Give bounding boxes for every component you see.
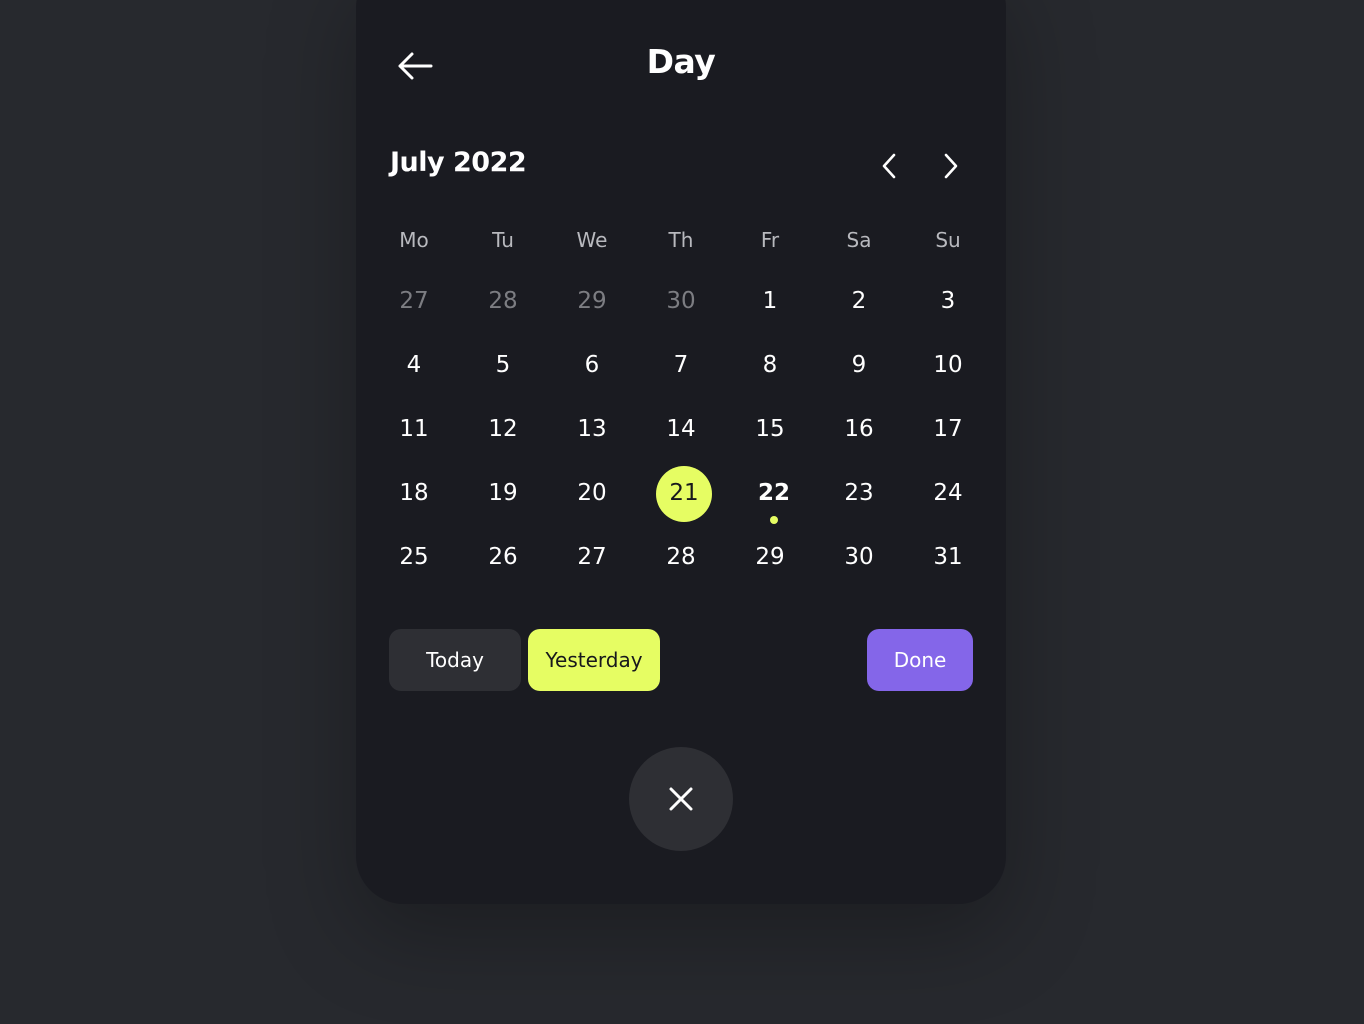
calendar-day[interactable]: 16	[819, 414, 899, 444]
calendar-day[interactable]: 4	[374, 350, 454, 380]
calendar-day[interactable]: 10	[908, 350, 988, 380]
calendar-day[interactable]: 2	[819, 286, 899, 316]
calendar-day[interactable]: 30	[819, 542, 899, 572]
calendar-day[interactable]: 15	[730, 414, 810, 444]
calendar-day[interactable]: 29	[730, 542, 810, 572]
calendar-day[interactable]: 1	[730, 286, 810, 316]
calendar-day[interactable]: 5	[463, 350, 543, 380]
calendar-day[interactable]: 8	[730, 350, 810, 380]
calendar-day[interactable]: 21	[644, 478, 724, 508]
weekday-label: Fr	[760, 228, 780, 252]
weekday-label: Su	[935, 228, 961, 252]
page-title: Day	[646, 42, 716, 81]
calendar-day[interactable]: 20	[552, 478, 632, 508]
weekday-label: We	[576, 228, 608, 252]
weekday-label: Th	[668, 228, 694, 252]
calendar-day[interactable]: 17	[908, 414, 988, 444]
calendar-day[interactable]: 23	[819, 478, 899, 508]
calendar-day[interactable]: 25	[374, 542, 454, 572]
current-day-indicator	[770, 516, 778, 524]
calendar-day[interactable]: 13	[552, 414, 632, 444]
screen: Day July 2022 Mo Tu We Th Fr Sa Su 27 28 29 30 1 2 3…	[0, 0, 1364, 1024]
calendar-day[interactable]: 6	[552, 350, 632, 380]
done-button[interactable]: Done	[867, 629, 973, 691]
calendar-day[interactable]: 18	[374, 478, 454, 508]
calendar-day[interactable]: 29	[552, 286, 632, 316]
next-month-button[interactable]	[934, 147, 968, 185]
calendar-day[interactable]: 28	[641, 542, 721, 572]
calendar-day[interactable]: 9	[819, 350, 899, 380]
calendar-day[interactable]: 24	[908, 478, 988, 508]
calendar-day[interactable]: 27	[374, 286, 454, 316]
chevron-right-icon	[944, 153, 958, 179]
calendar-day[interactable]: 3	[908, 286, 988, 316]
close-button[interactable]	[629, 747, 733, 851]
calendar-day[interactable]: 28	[463, 286, 543, 316]
month-label: July 2022	[390, 147, 527, 178]
chevron-left-icon	[882, 153, 896, 179]
weekday-label: Mo	[399, 228, 429, 252]
calendar-day[interactable]: 26	[463, 542, 543, 572]
back-button[interactable]	[394, 46, 436, 86]
calendar-day[interactable]: 22	[734, 478, 814, 508]
previous-month-button[interactable]	[872, 147, 906, 185]
today-button[interactable]: Today	[389, 629, 521, 691]
calendar-day[interactable]: 12	[463, 414, 543, 444]
calendar-day[interactable]: 7	[641, 350, 721, 380]
arrow-left-icon	[398, 52, 433, 80]
weekday-label: Tu	[492, 228, 514, 252]
calendar-day[interactable]: 30	[641, 286, 721, 316]
calendar-day[interactable]: 19	[463, 478, 543, 508]
calendar-day[interactable]: 31	[908, 542, 988, 572]
calendar-day[interactable]: 27	[552, 542, 632, 572]
close-icon	[669, 787, 693, 811]
calendar-day[interactable]: 14	[641, 414, 721, 444]
weekday-label: Sa	[846, 228, 872, 252]
calendar-day[interactable]: 11	[374, 414, 454, 444]
yesterday-button[interactable]: Yesterday	[528, 629, 660, 691]
